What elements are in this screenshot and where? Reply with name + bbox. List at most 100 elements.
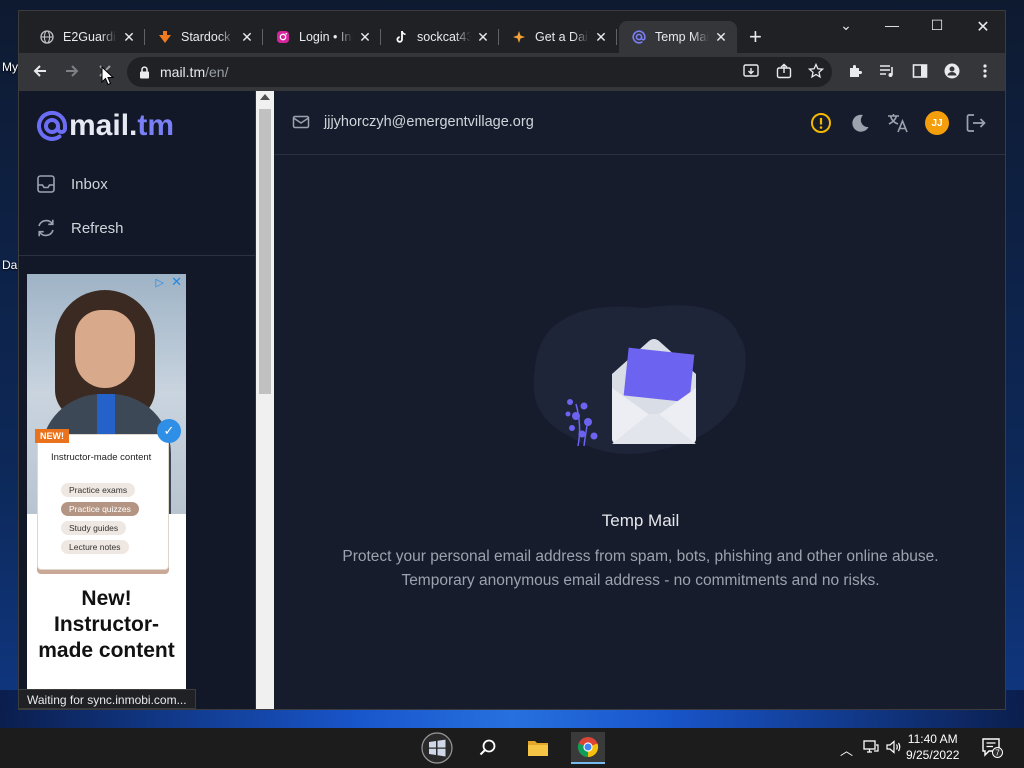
tab-title: Get a Daily [535, 30, 589, 44]
forward-arrow-icon [66, 65, 79, 77]
instagram-icon [275, 29, 291, 45]
envelope-icon [292, 115, 310, 129]
start-button[interactable] [420, 732, 454, 764]
tab-get-a-daily[interactable]: Get a Daily ✕ [499, 21, 617, 53]
close-window-button[interactable]: ✕ [968, 17, 998, 37]
dark-mode-icon[interactable] [848, 111, 872, 135]
ad-chip: Practice quizzes [61, 502, 139, 516]
ad-chip: Study guides [61, 521, 127, 535]
ad-banner[interactable]: ▷ ✕ NEW! ✓ Instructor-made content Pract… [27, 274, 186, 692]
verified-badge-icon: ✓ [157, 419, 181, 443]
empty-inbox: Temp Mail Protect your personal email ad… [274, 156, 1005, 709]
warning-icon[interactable] [809, 111, 833, 135]
address-bar[interactable]: mail.tm/en/ [127, 57, 832, 87]
close-tab-icon[interactable]: ✕ [121, 29, 137, 45]
tab-tiktok[interactable]: sockcat43 ✕ [381, 21, 499, 53]
logout-icon[interactable] [964, 111, 988, 135]
ad-headline: New! Instructor-made content [38, 587, 175, 662]
mouse-cursor-icon [101, 66, 115, 86]
at-logo-icon [37, 110, 68, 141]
side-panel-icon[interactable] [912, 63, 928, 83]
ad-chip: Lecture notes [61, 540, 129, 554]
daily-icon [511, 29, 527, 45]
status-bar: Waiting for sync.inmobi.com... [18, 689, 196, 709]
chrome-icon [577, 737, 599, 758]
browser-toolbar: mail.tm/en/ [19, 53, 1005, 91]
tab-instagram[interactable]: Login • Instagram ✕ [263, 21, 381, 53]
profile-icon[interactable] [944, 63, 960, 83]
inbox-icon [37, 175, 55, 193]
web-page: mail. tm Inbox Refresh ▷ ✕ NEW! ✓ Instru… [19, 91, 1005, 709]
tab-temp-mail[interactable]: Temp Mail ✕ [619, 21, 737, 53]
current-email[interactable]: jjjyhorczyh@emergentvillage.org [292, 113, 534, 131]
tab-e2guardian[interactable]: E2Guardian ✕ [27, 21, 145, 53]
main-panel: jjjyhorczyh@emergentvillage.org JJ Temp … [274, 91, 1005, 709]
back-button[interactable] [32, 63, 48, 84]
close-tab-icon[interactable]: ✕ [239, 29, 255, 45]
minimize-button[interactable]: — [877, 17, 907, 33]
close-tab-icon[interactable]: ✕ [593, 29, 609, 45]
maximize-button[interactable]: ☐ [922, 17, 952, 34]
scrollbar-thumb[interactable] [259, 109, 271, 394]
browser-window: E2Guardian ✕ Stardock Start11 ✕ Login • … [18, 10, 1006, 710]
folder-icon [528, 741, 548, 756]
close-tab-icon[interactable]: ✕ [357, 29, 373, 45]
back-arrow-icon [33, 65, 46, 77]
sidebar-item-label: Refresh [71, 219, 124, 237]
sidebar-scrollbar[interactable] [256, 91, 274, 709]
volume-icon[interactable] [886, 740, 902, 757]
ad-new-badge: NEW! [35, 429, 69, 443]
tab-search-icon[interactable]: ⌄ [831, 17, 861, 34]
ad-card-title: Instructor-made content [51, 452, 152, 463]
clock-date: 9/25/2022 [906, 748, 960, 762]
search-icon [479, 739, 496, 756]
mailtm-icon [631, 29, 647, 45]
mailtm-logo[interactable]: mail. tm [35, 109, 174, 143]
tab-title: Stardock Start11 [181, 30, 235, 44]
url-host: mail.tm [160, 64, 206, 80]
sidebar-item-inbox[interactable]: Inbox [35, 173, 108, 195]
empty-state-title: Temp Mail [601, 511, 680, 530]
globe-icon [39, 29, 55, 45]
notification-center-icon[interactable]: 7 [982, 738, 1004, 763]
network-icon[interactable] [863, 740, 879, 757]
translate-icon[interactable] [886, 111, 910, 135]
forward-button[interactable] [64, 63, 80, 84]
notification-count: 7 [995, 748, 1000, 757]
clock[interactable]: 11:40 AM 9/25/2022 [906, 731, 959, 763]
empty-state-description: Protect your personal email address from… [274, 545, 1005, 593]
close-tab-icon[interactable]: ✕ [475, 29, 491, 45]
extensions-icon[interactable] [848, 63, 864, 83]
file-explorer-button[interactable] [521, 732, 555, 764]
avatar[interactable]: JJ [925, 111, 949, 135]
adchoices-icon[interactable]: ▷ [156, 276, 164, 289]
sidebar: mail. tm Inbox Refresh ▷ ✕ NEW! ✓ Instru… [19, 91, 256, 709]
sidebar-item-label: Inbox [71, 175, 108, 193]
menu-dots-icon[interactable] [977, 63, 993, 83]
close-tab-icon[interactable]: ✕ [713, 29, 729, 45]
sidebar-item-refresh[interactable]: Refresh [35, 217, 124, 239]
logo-text-accent: tm [137, 109, 175, 142]
scroll-up-arrow-icon[interactable] [260, 94, 270, 100]
install-app-icon[interactable] [743, 63, 759, 83]
ad-close-icon[interactable]: ✕ [171, 274, 182, 290]
tab-stardock[interactable]: Stardock Start11 ✕ [145, 21, 263, 53]
new-tab-button[interactable]: + [749, 26, 762, 48]
desktop-icon-label[interactable]: My [2, 60, 18, 74]
desktop-icon-label[interactable]: Da [2, 258, 17, 272]
email-address: jjjyhorczyh@emergentvillage.org [324, 114, 534, 130]
sidebar-divider [19, 255, 256, 256]
media-controls-icon[interactable] [879, 63, 895, 83]
stardock-icon [157, 29, 173, 45]
ad-photo-face [75, 310, 135, 388]
description-line-2: Temporary anonymous email address - no c… [401, 572, 880, 589]
share-icon[interactable] [776, 63, 792, 83]
chrome-taskbar-button[interactable] [571, 732, 605, 764]
envelope-illustration-icon [533, 305, 746, 454]
tab-title: Temp Mail [655, 30, 709, 44]
tab-title: sockcat43 [417, 30, 471, 44]
tab-strip: E2Guardian ✕ Stardock Start11 ✕ Login • … [19, 11, 1005, 53]
bookmark-star-icon[interactable] [807, 62, 825, 83]
search-button[interactable] [471, 732, 505, 764]
show-hidden-icons-chevron-icon[interactable]: ︿ [840, 740, 853, 759]
